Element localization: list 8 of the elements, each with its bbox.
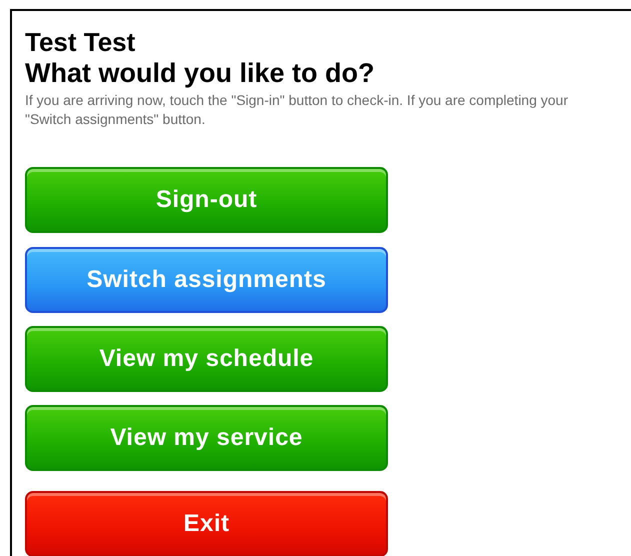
action-button[interactable]: View my schedule bbox=[25, 326, 388, 392]
instruction-text: If you are arriving now, touch the "Sign-in" button to check-in. If you are completing your "Switch assignments" button. bbox=[25, 91, 570, 129]
user-name: Test Test bbox=[25, 27, 136, 57]
action-button[interactable]: View my service bbox=[25, 405, 388, 471]
page-heading: What would you like to do? bbox=[25, 57, 374, 89]
action-button[interactable]: Sign-out bbox=[25, 167, 388, 233]
action-button[interactable]: Switch assignments bbox=[25, 247, 388, 313]
action-button[interactable]: Exit bbox=[25, 491, 388, 556]
